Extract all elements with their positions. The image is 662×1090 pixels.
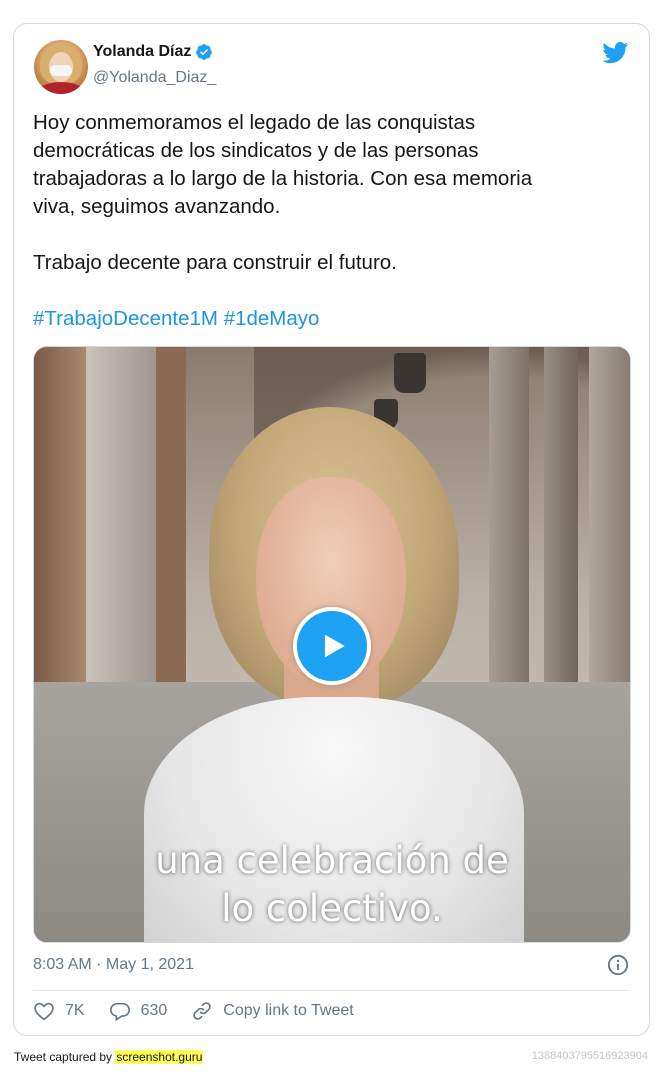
info-icon[interactable] [607,954,629,976]
capture-credit-prefix: Tweet captured by [14,1050,116,1064]
tweet-id: 1388403795516923904 [531,1050,648,1062]
author-handle[interactable]: @Yolanda_Diaz_ [93,69,216,87]
caption-line: lo colectivo. [221,887,443,930]
avatar[interactable] [34,40,88,94]
tweet-timestamp[interactable]: 8:03 AM · May 1, 2021 [33,956,194,974]
tweet-card: Yolanda Díaz @Yolanda_Diaz_ Hoy conmemor… [13,23,650,1036]
verified-badge-icon [196,44,213,60]
hashtags: #TrabajoDecente1M #1deMayo [33,305,633,333]
tweet-text-line: viva, seguimos avanzando. [33,195,281,218]
tweet-text-line: democráticas de los sindicatos y de las … [33,139,479,162]
tweet-text-line: trabajadoras a lo largo de la historia. … [33,167,533,190]
tweet-actions: 7K 630 Copy link to Tweet [33,1000,378,1022]
copy-link-button[interactable]: Copy link to Tweet [191,1000,354,1022]
like-count: 7K [65,1002,85,1019]
author-display-name[interactable]: Yolanda Díaz [93,43,191,61]
reply-button[interactable]: 630 [109,1000,168,1022]
play-icon [324,634,345,658]
video-media[interactable]: una celebración de lo colectivo. [33,346,631,943]
like-button[interactable]: 7K [33,1000,85,1022]
tweet-text-line: Hoy conmemoramos el legado de las conqui… [33,111,476,134]
play-button[interactable] [293,607,371,685]
tweet-text-line: Trabajo decente para construir el futuro… [33,251,397,274]
capture-credit: Tweet captured by screenshot.guru [14,1050,204,1064]
video-caption: una celebración de lo colectivo. [34,837,630,933]
reply-count: 630 [140,1002,168,1019]
reply-icon [109,1002,130,1022]
hashtag-link[interactable]: #TrabajoDecente1M [33,307,218,330]
hashtag-link[interactable]: #1deMayo [224,307,320,330]
twitter-bird-icon[interactable] [602,42,629,64]
tweet-text: Hoy conmemoramos el legado de las conqui… [33,109,633,333]
divider [33,990,630,991]
capture-credit-brand[interactable]: screenshot.guru [115,1050,204,1064]
caption-line: una celebración de [155,839,509,882]
link-icon [193,1002,212,1020]
heart-icon [34,1002,54,1021]
copy-link-label: Copy link to Tweet [223,1002,354,1019]
author-name-row[interactable]: Yolanda Díaz [93,43,213,61]
